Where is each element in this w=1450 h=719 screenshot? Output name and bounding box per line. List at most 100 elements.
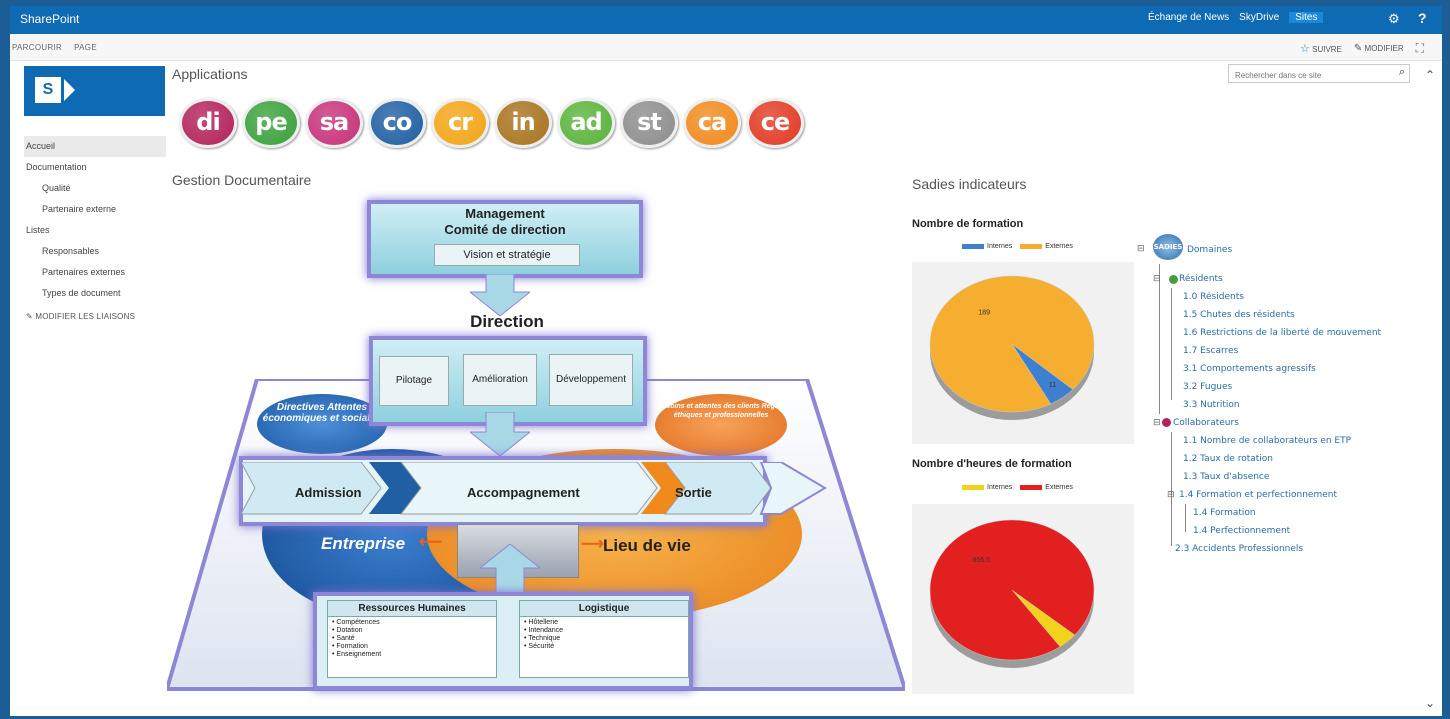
nav-item-qualite[interactable]: Qualité: [24, 178, 166, 199]
log-item: • Intendance: [524, 627, 564, 634]
nav-item-accueil[interactable]: Accueil: [24, 136, 166, 157]
legend-label: Externes: [1045, 484, 1073, 491]
rh-item-text: Formation: [336, 643, 368, 650]
legend-swatch: [1020, 484, 1043, 490]
suite-links: Échange de News SkyDrive Sites: [1148, 12, 1324, 23]
nav-item-listes[interactable]: Listes: [24, 220, 166, 241]
rh-item-text: Dotation: [336, 627, 363, 634]
suite-link-skydrive[interactable]: SkyDrive: [1239, 12, 1279, 23]
edit-links-button[interactable]: ✎ MODIFIER LES LIAISONS: [24, 312, 166, 321]
tab-page[interactable]: PAGE: [74, 43, 97, 52]
tree-collab-item[interactable]: 1.2 Taux de rotation: [1183, 454, 1273, 464]
tree-collab-item[interactable]: 1.1 Nombre de collaborateurs en ETP: [1183, 436, 1351, 446]
log-list: • Hôtellerie • Intendance • Technique • …: [520, 619, 688, 651]
help-icon[interactable]: ?: [1418, 10, 1427, 26]
ribbon: PARCOURIR PAGE ☆ SUIVRE ✎ MODIFIER ⛶: [10, 34, 1442, 61]
pencil-icon: ✎: [1353, 43, 1363, 54]
app-ad[interactable]: ad: [557, 98, 615, 148]
chart1-title: Nombre de formation: [912, 218, 1024, 230]
app-ce[interactable]: ce: [746, 98, 804, 148]
flow-admission: Admission: [295, 485, 362, 500]
app-in[interactable]: in: [494, 98, 552, 148]
flow-accompagnement: Accompagnement: [467, 485, 580, 500]
chart2-legend: Internes Externes: [962, 484, 1073, 491]
collapse-icon[interactable]: ⊟: [1137, 244, 1145, 254]
process-diagram[interactable]: Directives Attentes économiques et socia…: [167, 194, 905, 700]
tree-line: [1159, 264, 1160, 414]
sharepoint-brand[interactable]: SharePoint: [20, 12, 79, 26]
tree-formation-item[interactable]: 1.4 Perfectionnement: [1193, 526, 1290, 536]
tree-residents-item[interactable]: 3.3 Nutrition: [1183, 400, 1240, 410]
rh-item: • Dotation: [332, 627, 363, 634]
pie-label: 189: [978, 310, 990, 317]
tree-residents-item[interactable]: 3.2 Fugues: [1183, 382, 1232, 392]
tree-line: [1171, 288, 1172, 400]
app-ca[interactable]: ca: [683, 98, 741, 148]
legend-item: Internes: [962, 243, 1012, 250]
tree-accidents[interactable]: 2.3 Accidents Professionnels: [1175, 544, 1303, 554]
tree-root[interactable]: Domaines: [1187, 245, 1232, 255]
comite-title: Comité de direction: [444, 222, 566, 237]
chart1-svg: 11 189: [929, 275, 1095, 420]
suite-link-sites[interactable]: Sites: [1289, 12, 1324, 23]
site-logo[interactable]: S: [24, 66, 165, 116]
rh-item-text: Santé: [336, 635, 355, 642]
app-sa[interactable]: sa: [305, 98, 363, 148]
app-di[interactable]: di: [179, 98, 237, 148]
tree-residents-item[interactable]: 1.7 Escarres: [1183, 346, 1238, 356]
app-cr[interactable]: cr: [431, 98, 489, 148]
edit-button[interactable]: ✎ MODIFIER: [1354, 43, 1404, 54]
log-item-text: Technique: [528, 635, 561, 642]
logo-arrow-icon: [64, 79, 75, 101]
nav-item-responsables[interactable]: Responsables: [24, 241, 166, 262]
nav-item-documentation[interactable]: Documentation: [24, 157, 166, 178]
legend-item: Externes: [1020, 243, 1073, 250]
nav-item-types-document[interactable]: Types de document: [24, 283, 166, 304]
follow-button[interactable]: ☆ SUIVRE: [1300, 42, 1342, 55]
legend-swatch: [1020, 243, 1043, 249]
edit-links-label: MODIFIER LES LIAISONS: [35, 312, 136, 321]
pilotage-box: Pilotage: [379, 356, 449, 406]
besoins-bubble: Besoins et attentes des clients Règles é…: [655, 394, 787, 456]
lieu-de-vie-label: Lieu de vie: [603, 536, 691, 555]
tree-formation[interactable]: 1.4 Formation et perfectionnement: [1179, 490, 1337, 500]
tree-residents-item[interactable]: 1.5 Chutes des résidents: [1183, 310, 1295, 320]
app-st[interactable]: st: [620, 98, 678, 148]
tree-collab-item[interactable]: 1.3 Taux d'absence: [1183, 472, 1269, 482]
tree-residents-item[interactable]: 3.1 Comportements agressifs: [1183, 364, 1316, 374]
app-pe[interactable]: pe: [242, 98, 300, 148]
gear-icon[interactable]: ⚙: [1388, 11, 1400, 27]
search-input[interactable]: [1229, 67, 1391, 84]
collapse-icon[interactable]: ⊟: [1153, 418, 1161, 428]
tree-collaborateurs[interactable]: Collaborateurs: [1173, 418, 1239, 428]
scroll-down-icon[interactable]: ⌄: [1425, 696, 1435, 710]
rh-list: • Compétences • Dotation • Santé • Forma…: [328, 619, 496, 659]
nav-item-partenaire-externe[interactable]: Partenaire externe: [24, 199, 166, 220]
search-icon[interactable]: ⌕: [1399, 66, 1405, 79]
tree-residents-item[interactable]: 1.6 Restrictions de la liberté de mouvem…: [1183, 328, 1381, 338]
logistique-box: Logistique • Hôtellerie • Intendance • T…: [519, 600, 689, 678]
app-co[interactable]: co: [368, 98, 426, 148]
tree-residents-item[interactable]: 1.0 Résidents: [1183, 292, 1244, 302]
log-item-text: Sécurité: [528, 643, 555, 650]
tab-browse[interactable]: PARCOURIR: [12, 43, 62, 52]
tree-formation-item[interactable]: 1.4 Formation: [1193, 508, 1256, 518]
legend-label: Externes: [1045, 243, 1073, 250]
nav-item-partenaires-externes[interactable]: Partenaires externes: [24, 262, 166, 283]
scroll-up-icon[interactable]: ⌃: [1425, 68, 1435, 82]
collapse-icon[interactable]: ⊟: [1153, 274, 1161, 284]
suite-link-news[interactable]: Échange de News: [1148, 12, 1229, 23]
focus-on-content-icon[interactable]: ⛶: [1416, 41, 1424, 56]
arrow-left-icon: ⟵: [419, 534, 442, 551]
arrow-right-icon: ⟶: [581, 536, 604, 553]
collapse-icon[interactable]: ⊟: [1167, 490, 1175, 500]
arrow-down-1: [470, 274, 530, 316]
rh-title: Ressources Humaines: [328, 601, 496, 617]
ressources-humaines-box: Ressources Humaines • Compétences • Dota…: [327, 600, 497, 678]
sadies-badge: SADIES: [1153, 234, 1183, 260]
tree-residents[interactable]: Résidents: [1179, 274, 1223, 284]
flow-sortie: Sortie: [675, 485, 712, 500]
site-search-box: ⌕: [1228, 64, 1410, 84]
logo-letter: S: [35, 77, 61, 103]
edit-label: MODIFIER: [1364, 44, 1404, 53]
